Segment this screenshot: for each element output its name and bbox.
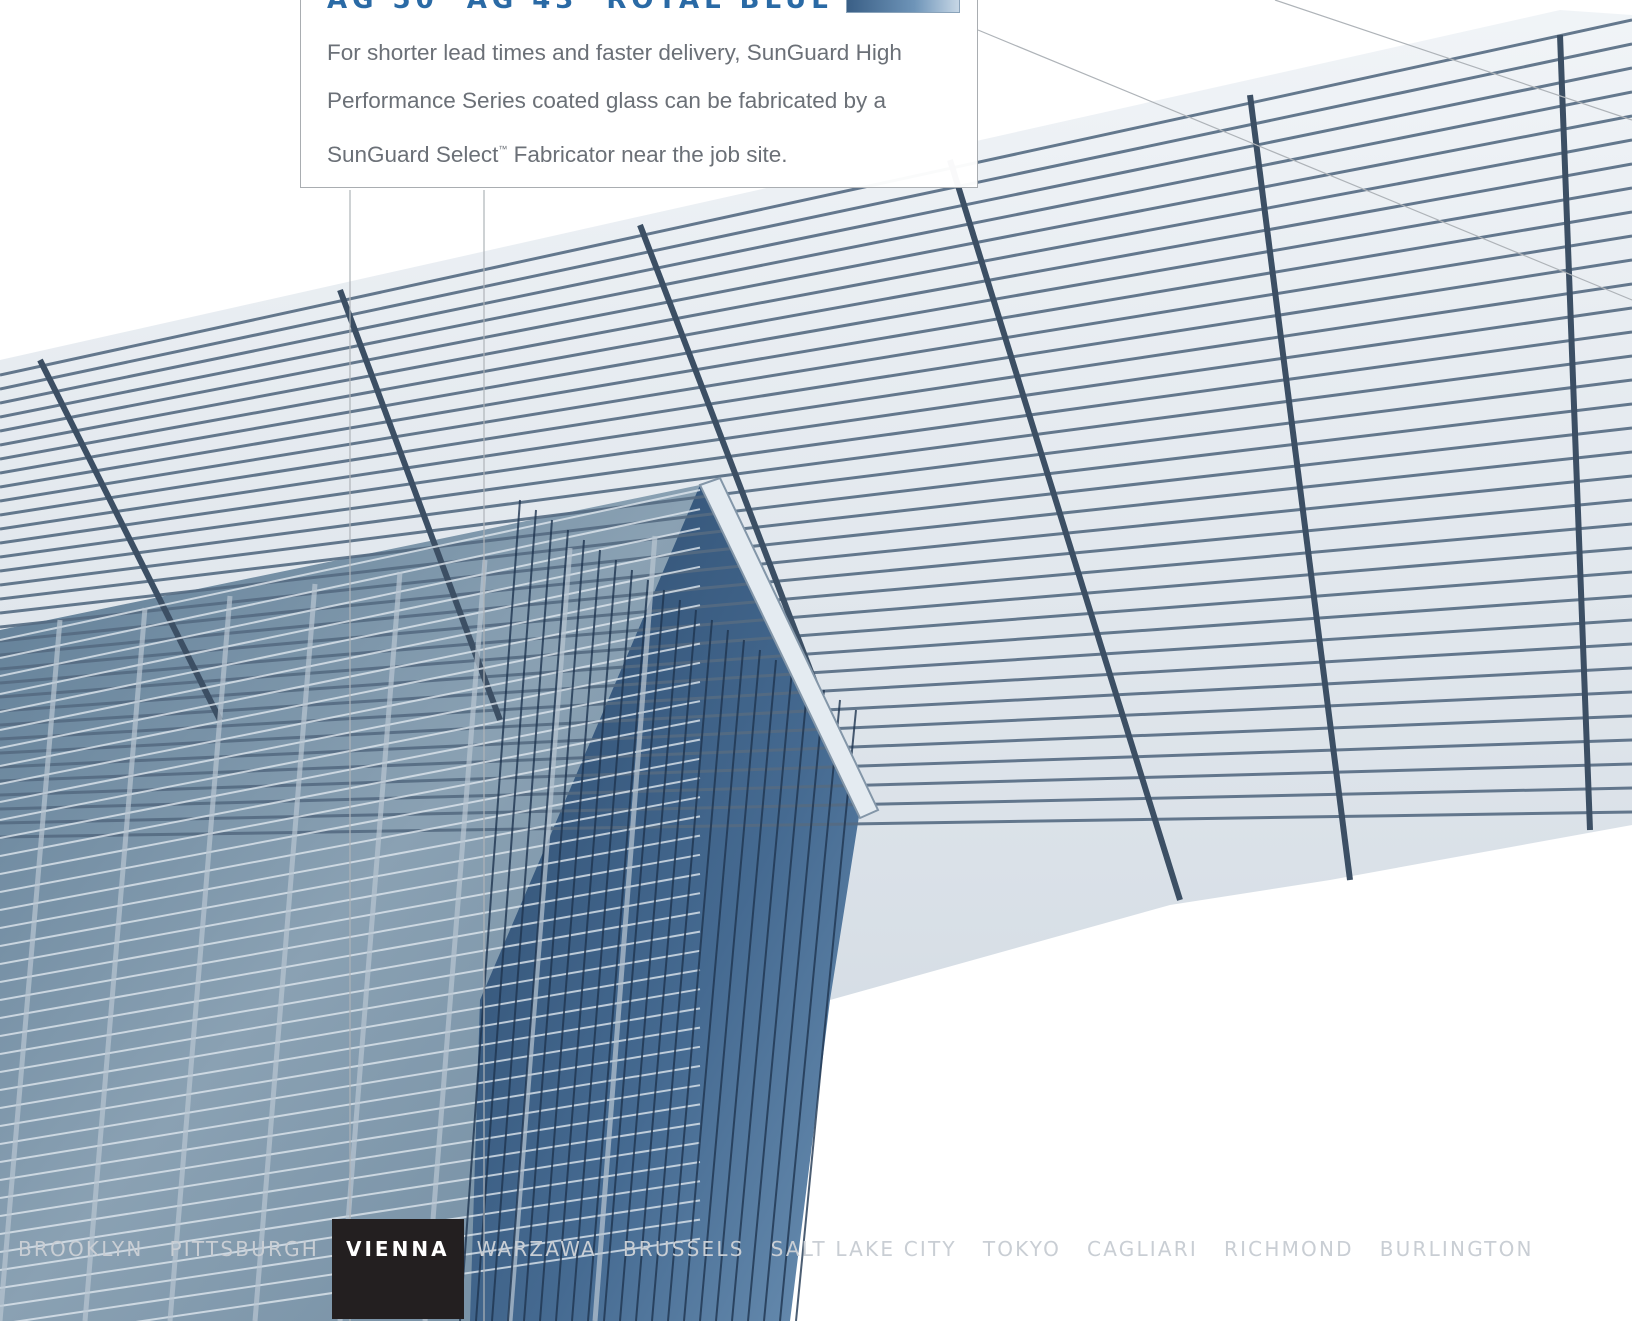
city-warzawa[interactable]: WARZAWA <box>464 1237 610 1261</box>
city-burlington[interactable]: BURLINGTON <box>1367 1237 1547 1261</box>
city-brooklyn[interactable]: BROOKLYN <box>18 1237 156 1261</box>
trademark-symbol: ™ <box>498 144 508 154</box>
callout-text: For shorter lead times and faster delive… <box>327 29 967 179</box>
product-ag50: AG 50 <box>327 0 439 15</box>
city-richmond[interactable]: RICHMOND <box>1211 1237 1367 1261</box>
glass-swatch <box>846 0 960 13</box>
callout-box: AG 50 AG 43 ROYAL BLUE 40 For shorter lead… <box>300 0 978 188</box>
city-tokyo[interactable]: TOKYO <box>970 1237 1074 1261</box>
callout-text-end: Fabricator near the job site. <box>507 142 788 167</box>
product-names: AG 50 AG 43 ROYAL BLUE 40 <box>327 0 922 15</box>
city-salt-lake-city[interactable]: SALT LAKE CITY <box>758 1237 970 1261</box>
city-brussels[interactable]: BRUSSELS <box>610 1237 758 1261</box>
city-pittsburgh[interactable]: PITTSBURGH <box>156 1237 332 1261</box>
product-ag43: AG 43 <box>466 0 579 15</box>
city-nav: BROOKLYN PITTSBURGH VIENNA WARZAWA BRUSS… <box>0 1219 1632 1319</box>
building-photo <box>0 0 1632 1321</box>
city-vienna[interactable]: VIENNA <box>332 1219 464 1319</box>
city-cagliari[interactable]: CAGLIARI <box>1074 1237 1211 1261</box>
